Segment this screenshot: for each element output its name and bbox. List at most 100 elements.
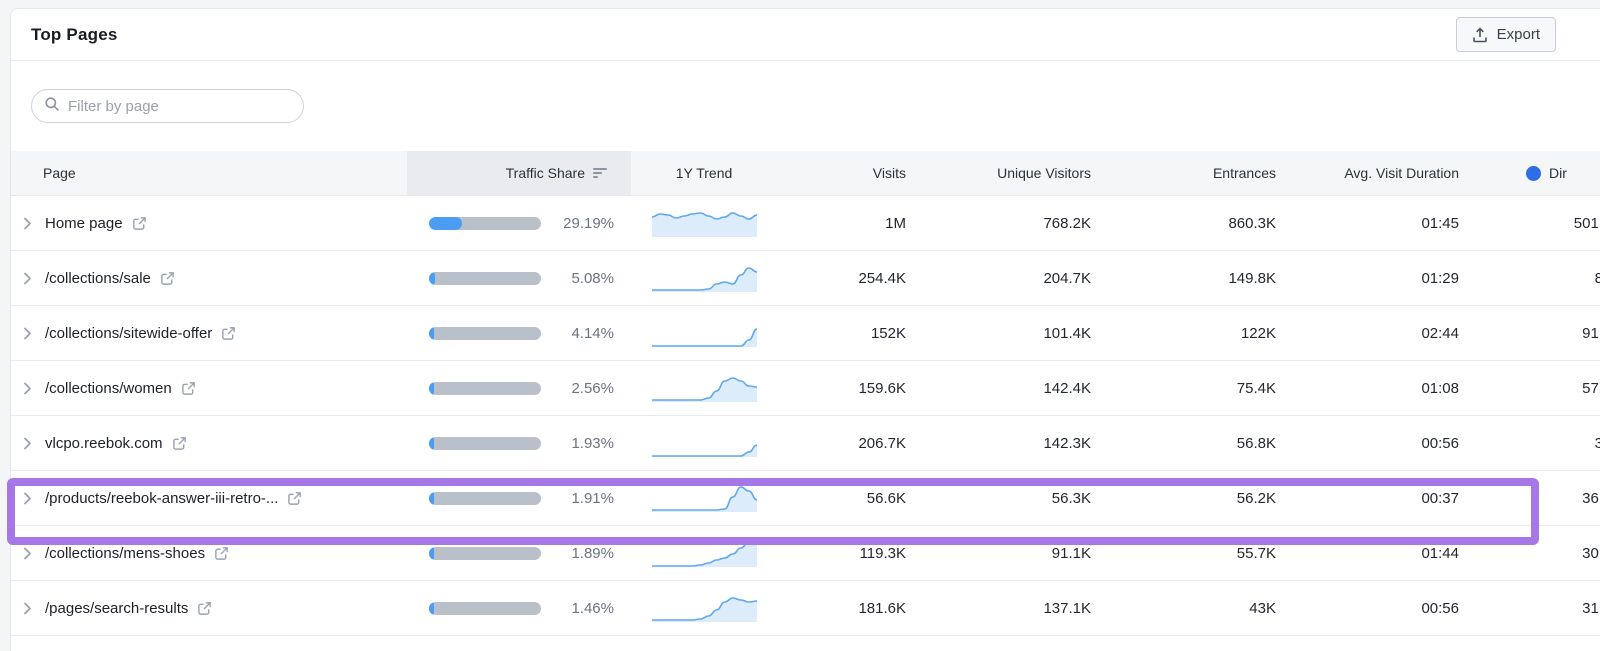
avg-visit-duration-value: 00:56 (1276, 600, 1459, 617)
direct-value: 3 (1459, 435, 1600, 452)
page-link[interactable]: Home page (45, 215, 123, 232)
page-link[interactable]: /pages/search-results (45, 600, 188, 617)
export-label: Export (1497, 26, 1540, 43)
chevron-right-icon[interactable] (23, 437, 37, 450)
traffic-share-bar (429, 602, 541, 615)
trend-sparkline (631, 428, 761, 458)
chevron-right-icon[interactable] (23, 382, 37, 395)
traffic-share-value: 29.19% (563, 215, 614, 232)
traffic-share-bar (429, 217, 541, 230)
column-header-entrances[interactable]: Entrances (1091, 151, 1276, 195)
chevron-right-icon[interactable] (23, 602, 37, 615)
visits-value: 181.6K (761, 600, 906, 617)
entrances-value: 860.3K (1091, 215, 1276, 232)
external-link-icon[interactable] (287, 491, 302, 506)
page-filter-box[interactable] (31, 89, 304, 123)
table-row[interactable]: /collections/mens-shoes 1.89% 119.3K 91.… (11, 526, 1600, 581)
visits-value: 254.4K (761, 270, 906, 287)
traffic-share-bar (429, 492, 541, 505)
external-link-icon[interactable] (181, 381, 196, 396)
top-pages-panel: Top Pages Export Page Traffic Share (10, 8, 1600, 651)
external-link-icon[interactable] (214, 546, 229, 561)
traffic-share-bar-fill (429, 602, 434, 615)
entrances-value: 56.2K (1091, 490, 1276, 507)
page-link[interactable]: /collections/sitewide-offer (45, 325, 212, 342)
entrances-value: 149.8K (1091, 270, 1276, 287)
unique-visitors-value: 137.1K (906, 600, 1091, 617)
unique-visitors-value: 91.1K (906, 545, 1091, 562)
table-row[interactable]: /products/reebok-answer-iii-retro-... 1.… (11, 471, 1600, 526)
external-link-icon[interactable] (132, 216, 147, 231)
chevron-right-icon[interactable] (23, 327, 37, 340)
column-header-avg-visit-duration[interactable]: Avg. Visit Duration (1276, 151, 1459, 195)
table-row[interactable]: vlcpo.reebok.com 1.93% 206.7K 142.3K 56.… (11, 416, 1600, 471)
page-filter-input[interactable] (68, 98, 291, 115)
table-row[interactable]: /collections/sale 5.08% 254.4K 204.7K 14… (11, 251, 1600, 306)
traffic-share-bar-fill (429, 327, 434, 340)
external-link-icon[interactable] (221, 326, 236, 341)
chevron-right-icon[interactable] (23, 547, 37, 560)
trend-sparkline (631, 263, 761, 293)
column-header-visits[interactable]: Visits (761, 151, 906, 195)
page-title: Top Pages (31, 25, 118, 45)
chevron-right-icon[interactable] (23, 492, 37, 505)
chevron-right-icon[interactable] (23, 217, 37, 230)
traffic-share-bar (429, 272, 541, 285)
table-row[interactable]: /collections/women 2.56% 159.6K 142.4K 7… (11, 361, 1600, 416)
traffic-share-bar-fill (429, 547, 434, 560)
entrances-value: 55.7K (1091, 545, 1276, 562)
direct-value: 57. (1459, 380, 1600, 397)
direct-label: Dir (1549, 165, 1567, 181)
chevron-right-icon[interactable] (23, 272, 37, 285)
table-row[interactable]: Home page 29.19% 1M 768.2K 860.3K 01:45 … (11, 196, 1600, 251)
trend-sparkline (631, 373, 761, 403)
visits-value: 206.7K (761, 435, 906, 452)
trend-sparkline (631, 593, 761, 623)
unique-visitors-value: 204.7K (906, 270, 1091, 287)
export-button[interactable]: Export (1456, 17, 1556, 52)
direct-value: 36. (1459, 490, 1600, 507)
panel-header: Top Pages Export (11, 9, 1600, 61)
column-header-page[interactable]: Page (11, 151, 407, 195)
traffic-share-bar-fill (429, 382, 434, 395)
avg-visit-duration-value: 00:56 (1276, 435, 1459, 452)
column-header-1y-trend[interactable]: 1Y Trend (631, 151, 761, 195)
visits-value: 1M (761, 215, 906, 232)
table-row[interactable]: /collections/sitewide-offer 4.14% 152K 1… (11, 306, 1600, 361)
avg-visit-duration-value: 00:37 (1276, 490, 1459, 507)
trend-sparkline (631, 208, 761, 238)
traffic-share-bar-fill (429, 437, 434, 450)
column-header-traffic-share[interactable]: Traffic Share (407, 151, 631, 195)
trend-sparkline (631, 483, 761, 513)
table-row[interactable]: /pages/search-results 1.46% 181.6K 137.1… (11, 581, 1600, 636)
traffic-share-value: 2.56% (571, 380, 614, 397)
page-link[interactable]: /collections/sale (45, 270, 151, 287)
unique-visitors-value: 101.4K (906, 325, 1091, 342)
traffic-share-bar-fill (429, 272, 435, 285)
unique-visitors-value: 142.3K (906, 435, 1091, 452)
avg-visit-duration-value: 01:45 (1276, 215, 1459, 232)
external-link-icon[interactable] (160, 271, 175, 286)
visits-value: 152K (761, 325, 906, 342)
export-icon (1472, 27, 1488, 43)
traffic-share-value: 5.08% (571, 270, 614, 287)
unique-visitors-value: 768.2K (906, 215, 1091, 232)
column-header-direct[interactable]: Dir (1459, 151, 1600, 195)
visits-value: 159.6K (761, 380, 906, 397)
trend-sparkline (631, 538, 761, 568)
external-link-icon[interactable] (172, 436, 187, 451)
page-link[interactable]: /products/reebok-answer-iii-retro-... (45, 490, 278, 507)
entrances-value: 56.8K (1091, 435, 1276, 452)
traffic-share-label: Traffic Share (506, 165, 585, 181)
external-link-icon[interactable] (197, 601, 212, 616)
avg-visit-duration-value: 02:44 (1276, 325, 1459, 342)
traffic-share-bar-fill (429, 217, 462, 230)
traffic-share-bar (429, 547, 541, 560)
page-link[interactable]: /collections/women (45, 380, 172, 397)
table-header-row: Page Traffic Share 1Y Trend Visits Uniqu… (11, 151, 1600, 196)
direct-value: 501. (1459, 215, 1600, 232)
column-header-unique-visitors[interactable]: Unique Visitors (906, 151, 1091, 195)
page-link[interactable]: /collections/mens-shoes (45, 545, 205, 562)
page-link[interactable]: vlcpo.reebok.com (45, 435, 163, 452)
traffic-share-value: 4.14% (571, 325, 614, 342)
